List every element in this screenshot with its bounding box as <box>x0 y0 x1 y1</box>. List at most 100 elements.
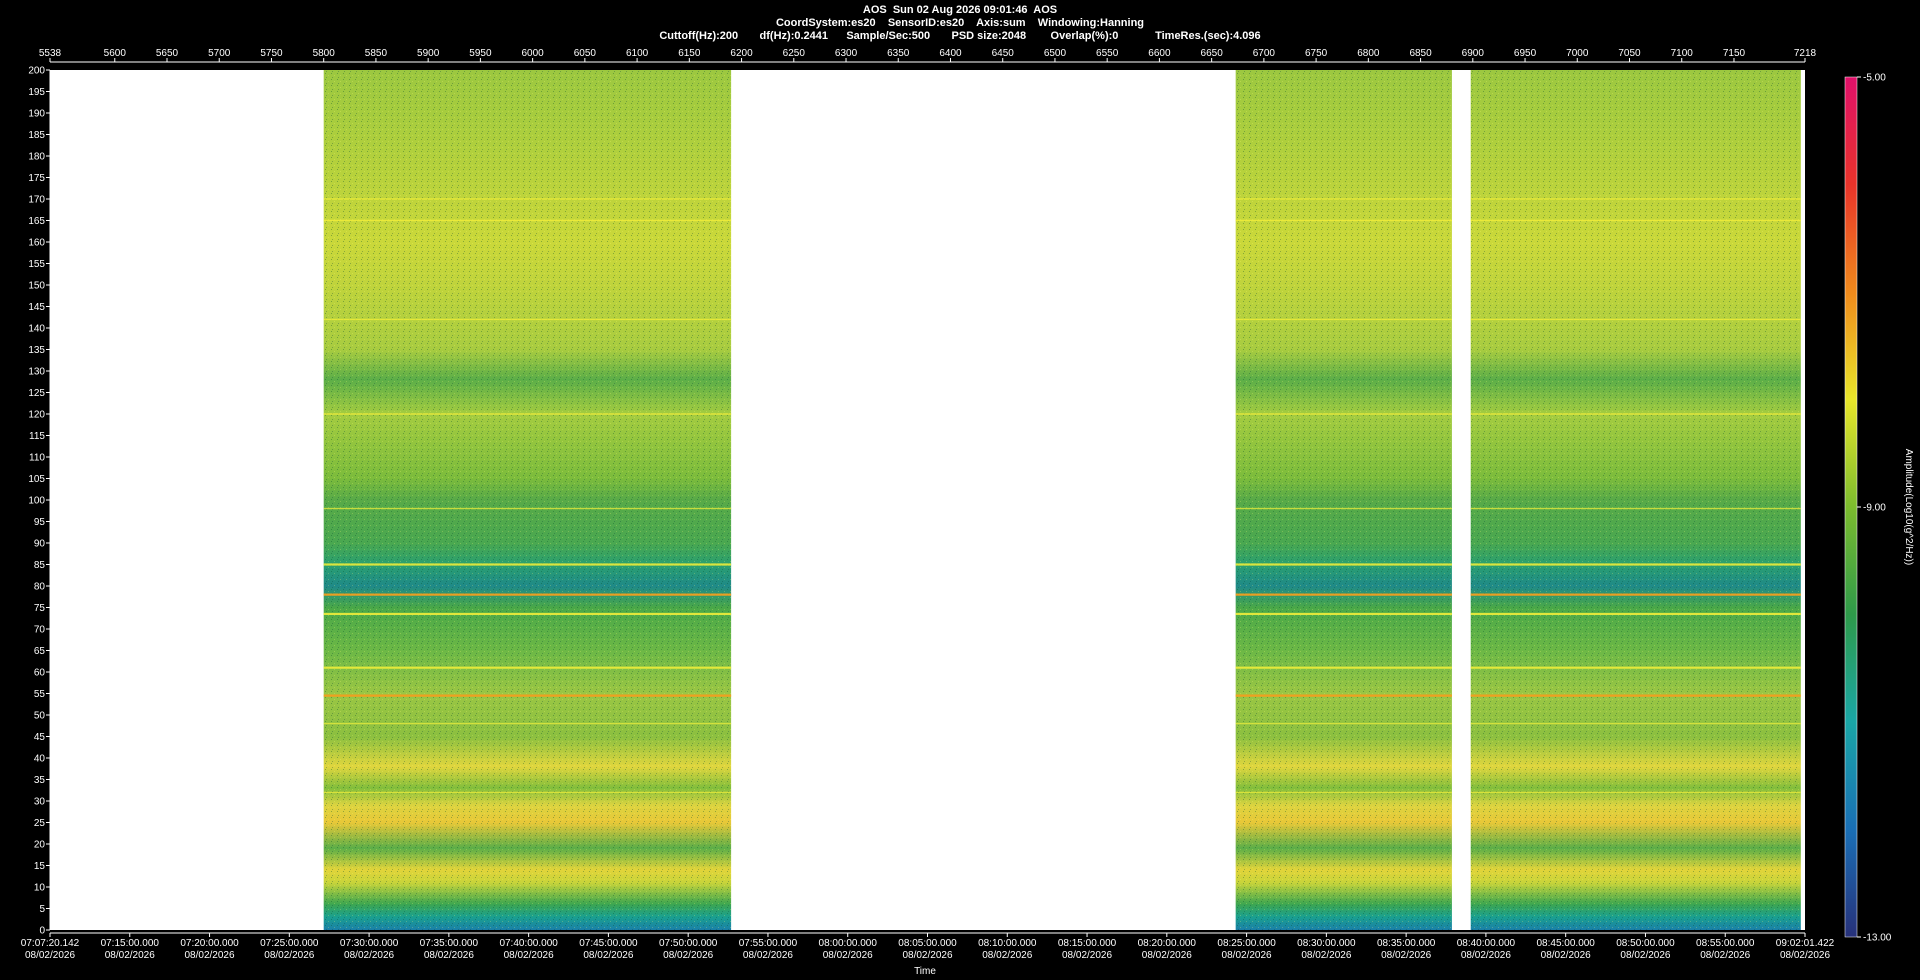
y-tick-label: 20 <box>34 840 46 851</box>
time-tick-label: 07:15:00.000 <box>101 938 160 949</box>
date-tick-label: 08/02/2026 <box>1381 950 1431 961</box>
top-tick-label: 6150 <box>678 48 701 59</box>
time-tick-label: 08:20:00.000 <box>1138 938 1197 949</box>
top-tick-label: 7218 <box>1794 48 1817 59</box>
top-tick-label: 6450 <box>992 48 1015 59</box>
date-tick-label: 08/02/2026 <box>504 950 554 961</box>
y-tick-label: 10 <box>34 883 46 894</box>
y-tick-label: 0 <box>39 926 45 937</box>
top-tick-label: 6950 <box>1514 48 1537 59</box>
y-tick-label: 175 <box>28 173 45 184</box>
y-tick-label: 85 <box>34 560 46 571</box>
time-tick-label: 08:35:00.000 <box>1377 938 1436 949</box>
y-tick-label: 195 <box>28 87 45 98</box>
date-tick-label: 08/02/2026 <box>1062 950 1112 961</box>
y-tick-label: 100 <box>28 496 45 507</box>
top-tick-label: 6100 <box>626 48 649 59</box>
time-tick-label: 07:50:00.000 <box>659 938 718 949</box>
y-tick-label: 70 <box>34 625 46 636</box>
y-tick-label: 105 <box>28 474 45 485</box>
time-tick-label: 08:15:00.000 <box>1058 938 1117 949</box>
time-tick-label: 08:10:00.000 <box>978 938 1037 949</box>
colorbar-label: Amplitude(Log10(g^2/Hz)) <box>1903 449 1914 565</box>
date-tick-label: 08/02/2026 <box>264 950 314 961</box>
time-tick-label: 07:07:20.142 <box>21 938 80 949</box>
time-tick-label: 07:30:00.000 <box>340 938 399 949</box>
y-tick-label: 125 <box>28 388 45 399</box>
time-tick-label: 07:25:00.000 <box>260 938 319 949</box>
time-tick-label: 09:02:01.422 <box>1776 938 1835 949</box>
time-tick-label: 08:55:00.000 <box>1696 938 1755 949</box>
y-tick-label: 180 <box>28 152 45 163</box>
y-tick-label: 25 <box>34 818 46 829</box>
top-tick-label: 6700 <box>1253 48 1276 59</box>
top-tick-label: 5600 <box>104 48 127 59</box>
y-tick-label: 200 <box>28 66 45 77</box>
date-tick-label: 08/02/2026 <box>1461 950 1511 961</box>
top-tick-label: 6300 <box>835 48 858 59</box>
top-tick-label: 6650 <box>1201 48 1224 59</box>
y-tick-label: 135 <box>28 345 45 356</box>
y-tick-label: 130 <box>28 367 45 378</box>
top-tick-label: 5800 <box>313 48 336 59</box>
y-tick-label: 115 <box>29 431 45 442</box>
date-tick-label: 08/02/2026 <box>1780 950 1830 961</box>
time-tick-label: 08:00:00.000 <box>819 938 878 949</box>
time-tick-label: 07:40:00.000 <box>499 938 558 949</box>
y-tick-label: 140 <box>28 324 45 335</box>
time-tick-label: 08:30:00.000 <box>1297 938 1356 949</box>
top-tick-label: 5538 <box>39 48 62 59</box>
colorbar: -5.00 -9.00 -13.00 <box>1844 73 1892 944</box>
top-tick-label: 5900 <box>417 48 440 59</box>
y-tick-label: 165 <box>28 216 45 227</box>
colorbar-tick-label: -9.00 <box>1863 503 1886 514</box>
y-tick-label: 65 <box>34 646 46 657</box>
date-tick-label: 08/02/2026 <box>424 950 474 961</box>
top-tick-label: 6600 <box>1148 48 1171 59</box>
top-tick-label: 6500 <box>1044 48 1067 59</box>
colorbar-gradient <box>1844 76 1858 938</box>
y-tick-label: 55 <box>34 689 46 700</box>
y-tick-label: 75 <box>34 603 46 614</box>
top-tick-label: 5950 <box>469 48 492 59</box>
date-tick-label: 08/02/2026 <box>663 950 713 961</box>
y-tick-label: 5 <box>39 904 45 915</box>
top-tick-label: 7050 <box>1618 48 1641 59</box>
top-tick-label: 5850 <box>365 48 388 59</box>
y-tick-label: 40 <box>34 754 46 765</box>
time-tick-label: 08:40:00.000 <box>1457 938 1516 949</box>
top-tick-label: 6350 <box>887 48 910 59</box>
time-tick-label: 08:45:00.000 <box>1536 938 1595 949</box>
date-tick-label: 08/02/2026 <box>105 950 155 961</box>
y-tick-label: 110 <box>29 453 45 464</box>
date-tick-label: 08/02/2026 <box>1620 950 1670 961</box>
spectrogram-chart: 0 5 10 15 20 25 30 35 40 45 50 55 60 65 70 75 80 85 90 95 10… <box>21 48 1914 977</box>
y-tick-label: 170 <box>28 195 45 206</box>
y-tick-label: 155 <box>28 259 45 270</box>
top-tick-label: 6750 <box>1305 48 1328 59</box>
top-tick-label: 6800 <box>1357 48 1380 59</box>
x-axis-label: Time <box>914 966 936 977</box>
y-tick-label: 185 <box>28 130 45 141</box>
time-tick-label: 08:50:00.000 <box>1616 938 1675 949</box>
time-tick-label: 07:45:00.000 <box>579 938 638 949</box>
top-tick-label: 6000 <box>522 48 545 59</box>
y-tick-label: 95 <box>34 517 46 528</box>
date-tick-label: 08/02/2026 <box>902 950 952 961</box>
y-tick-label: 15 <box>34 861 46 872</box>
time-tick-label: 07:35:00.000 <box>420 938 479 949</box>
top-tick-label: 5700 <box>208 48 231 59</box>
y-tick-label: 80 <box>34 582 46 593</box>
y-tick-label: 60 <box>34 668 46 679</box>
top-tick-label: 7100 <box>1671 48 1694 59</box>
y-tick-label: 90 <box>34 539 46 550</box>
date-tick-label: 08/02/2026 <box>1222 950 1272 961</box>
colorbar-tick-label: -5.00 <box>1863 73 1886 84</box>
date-tick-label: 08/02/2026 <box>344 950 394 961</box>
y-tick-label: 45 <box>34 732 46 743</box>
date-tick-label: 08/02/2026 <box>185 950 235 961</box>
top-tick-label: 5650 <box>156 48 179 59</box>
date-tick-label: 08/02/2026 <box>1142 950 1192 961</box>
top-tick-label: 6050 <box>574 48 597 59</box>
colorbar-tick-label: -13.00 <box>1863 933 1892 944</box>
